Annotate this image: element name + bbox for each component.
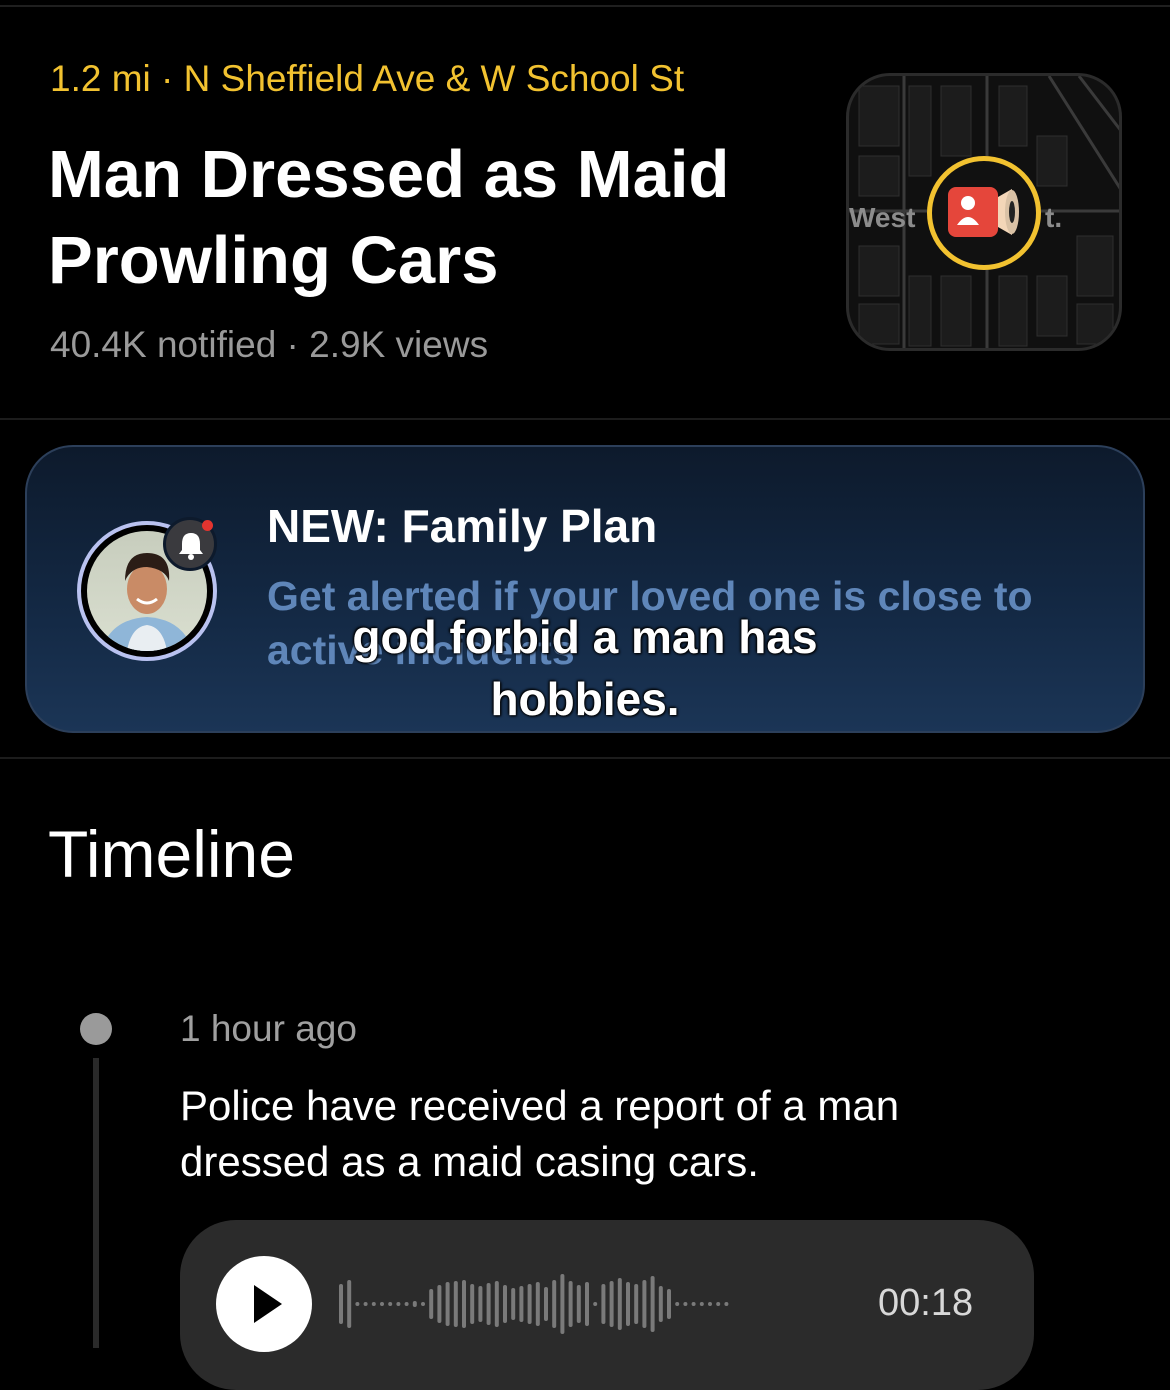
waveform-bar bbox=[347, 1280, 352, 1328]
waveform-bar bbox=[363, 1302, 368, 1306]
waveform-bar bbox=[355, 1302, 360, 1306]
waveform-bar bbox=[724, 1302, 729, 1306]
waveform-bar bbox=[503, 1285, 507, 1323]
speaker-alert-icon bbox=[948, 187, 1019, 237]
promo-title: NEW: Family Plan bbox=[267, 500, 658, 552]
waveform-bar bbox=[404, 1302, 409, 1306]
waveform-bar bbox=[658, 1286, 663, 1322]
waveform-bar bbox=[626, 1282, 630, 1326]
timeline-line bbox=[93, 1058, 99, 1348]
waveform-bar bbox=[609, 1281, 614, 1327]
waveform-bar bbox=[617, 1278, 622, 1330]
waveform-bar bbox=[396, 1302, 401, 1306]
incident-map-thumbnail[interactable]: West t. bbox=[846, 73, 1122, 351]
play-icon bbox=[254, 1285, 282, 1323]
bell-icon bbox=[179, 533, 203, 560]
waveform-bar bbox=[429, 1289, 434, 1319]
waveform-bar bbox=[511, 1288, 516, 1320]
timeline-entry-text: Police have received a report of a man d… bbox=[180, 1082, 900, 1185]
audio-waveform[interactable] bbox=[335, 1252, 865, 1356]
map-label-west: West bbox=[849, 202, 916, 233]
waveform-bar bbox=[371, 1302, 376, 1306]
video-caption-overlay: god forbid a man has hobbies. bbox=[352, 611, 818, 725]
incident-title: Man Dressed as Maid Prowling Cars bbox=[48, 137, 730, 298]
waveform-bar bbox=[708, 1302, 712, 1306]
waveform-bar bbox=[585, 1282, 589, 1326]
waveform-bar bbox=[453, 1281, 458, 1327]
waveform-bar bbox=[380, 1302, 384, 1306]
waveform-bar bbox=[339, 1284, 343, 1324]
waveform-bar bbox=[486, 1283, 491, 1325]
timeline-entry-time: 1 hour ago bbox=[180, 1008, 357, 1049]
audio-duration: 00:18 bbox=[878, 1282, 974, 1324]
incident-stats: 40.4K notified · 2.9K views bbox=[50, 324, 489, 365]
section-divider bbox=[0, 418, 1170, 420]
waveform-bar bbox=[691, 1302, 696, 1306]
waveform-bar bbox=[716, 1302, 721, 1306]
waveform-bar bbox=[642, 1280, 647, 1328]
waveform-bar bbox=[667, 1289, 671, 1319]
waveform-bar bbox=[593, 1302, 598, 1306]
waveform-bar bbox=[634, 1284, 639, 1324]
waveform-bar bbox=[519, 1286, 524, 1322]
waveform-bar bbox=[388, 1302, 393, 1306]
waveform-bar bbox=[576, 1285, 581, 1323]
waveform-bar bbox=[437, 1285, 442, 1323]
waveform-bar bbox=[544, 1287, 548, 1321]
waveform-bar bbox=[535, 1282, 540, 1326]
waveform-bar bbox=[494, 1281, 499, 1327]
waveform-bar bbox=[421, 1302, 425, 1306]
waveform-bar bbox=[650, 1276, 655, 1332]
waveform-bar bbox=[560, 1274, 565, 1334]
waveform-bar bbox=[478, 1286, 483, 1322]
waveform-bar bbox=[527, 1284, 532, 1324]
waveform-bar bbox=[445, 1282, 450, 1326]
audio-player[interactable]: 00:18 bbox=[180, 1220, 1034, 1390]
section-divider bbox=[0, 757, 1170, 759]
incident-location: 1.2 mi · N Sheffield Ave & W School St bbox=[50, 58, 685, 99]
timeline-dot bbox=[80, 1013, 112, 1045]
notification-dot bbox=[202, 520, 213, 531]
waveform-bar bbox=[601, 1284, 606, 1324]
top-divider bbox=[0, 5, 1170, 7]
timeline-heading: Timeline bbox=[48, 817, 295, 891]
waveform-bar bbox=[683, 1302, 688, 1306]
incident-marker bbox=[927, 156, 1041, 270]
waveform-bar bbox=[568, 1281, 573, 1327]
waveform-bar bbox=[675, 1302, 680, 1306]
waveform-bar bbox=[462, 1280, 466, 1328]
waveform-bar bbox=[699, 1302, 704, 1306]
map-label-street: t. bbox=[1045, 202, 1063, 233]
waveform-bar bbox=[552, 1280, 557, 1328]
waveform-bar bbox=[470, 1284, 475, 1324]
waveform-bar bbox=[412, 1301, 417, 1307]
